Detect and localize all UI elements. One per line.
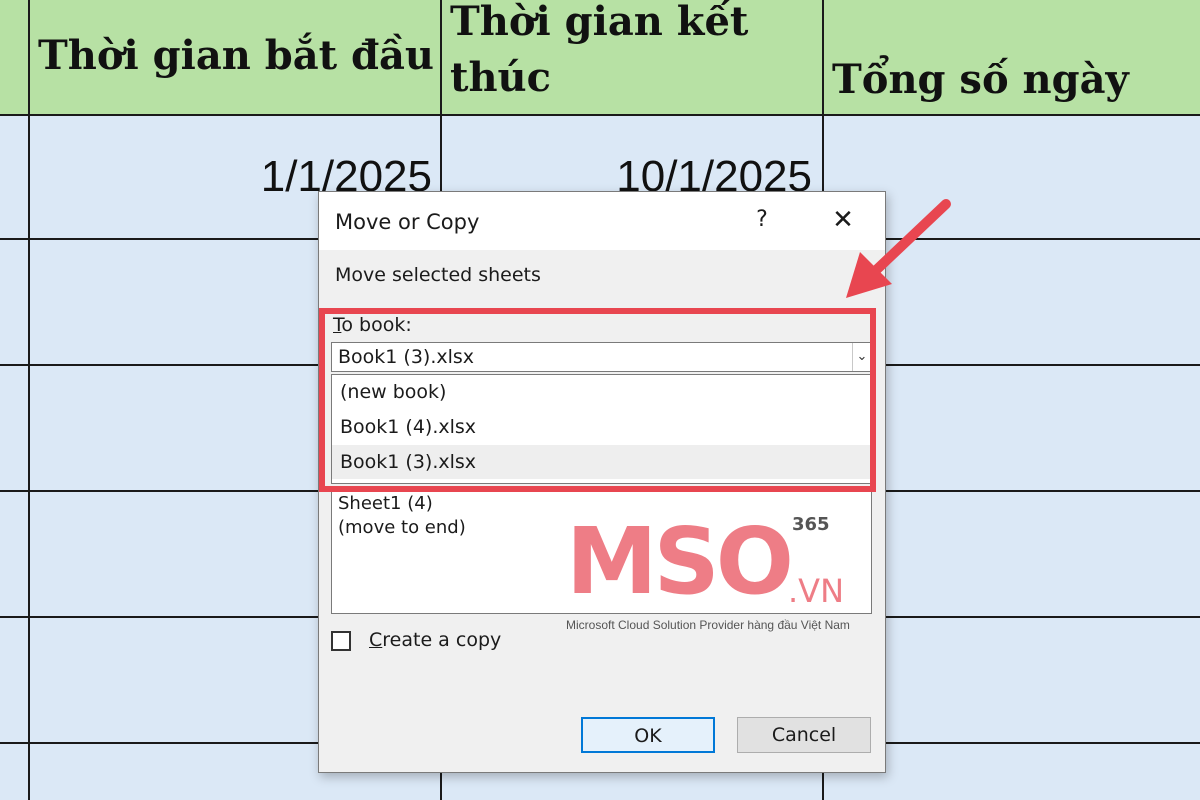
- list-item[interactable]: Sheet1 (4): [338, 493, 433, 514]
- chevron-down-icon[interactable]: ⌄: [852, 343, 871, 371]
- move-or-copy-dialog: Move or Copy ? ✕ Move selected sheets To…: [318, 191, 886, 773]
- create-copy-accelerator: C: [369, 629, 383, 651]
- create-copy-label-text: reate a copy: [382, 629, 502, 651]
- dialog-titlebar: Move or Copy ? ✕: [319, 192, 885, 250]
- dialog-title: Move or Copy: [335, 210, 480, 234]
- header-cell-start[interactable]: Thời gian bắt đầu: [38, 28, 438, 84]
- create-copy-checkbox[interactable]: [331, 631, 351, 651]
- to-book-label-text: o book:: [341, 314, 412, 336]
- header-cell-end[interactable]: Thời gian kết thúc: [450, 0, 780, 106]
- to-book-label: To book:: [333, 314, 412, 336]
- to-book-dropdown-list[interactable]: (new book) Book1 (4).xlsx Book1 (3).xlsx: [331, 374, 872, 484]
- combobox-value: Book1 (3).xlsx: [338, 346, 475, 368]
- dropdown-option-book1-3[interactable]: Book1 (3).xlsx: [332, 445, 871, 479]
- dropdown-option-book1-4[interactable]: Book1 (4).xlsx: [332, 410, 871, 444]
- help-button[interactable]: ?: [747, 202, 777, 238]
- before-sheet-list[interactable]: Sheet1 (4) (move to end): [331, 490, 872, 614]
- list-item[interactable]: (move to end): [338, 517, 466, 538]
- cancel-button[interactable]: Cancel: [737, 717, 871, 753]
- dialog-subtitle: Move selected sheets: [335, 264, 541, 286]
- column-divider: [28, 0, 30, 800]
- header-cell-total[interactable]: Tổng số ngày: [832, 52, 1192, 108]
- close-icon[interactable]: ✕: [823, 202, 863, 238]
- create-copy-label[interactable]: Create a copy: [369, 629, 501, 651]
- ok-button[interactable]: OK: [581, 717, 715, 753]
- to-book-combobox[interactable]: Book1 (3).xlsx ⌄: [331, 342, 872, 372]
- dropdown-option-new-book[interactable]: (new book): [332, 375, 871, 409]
